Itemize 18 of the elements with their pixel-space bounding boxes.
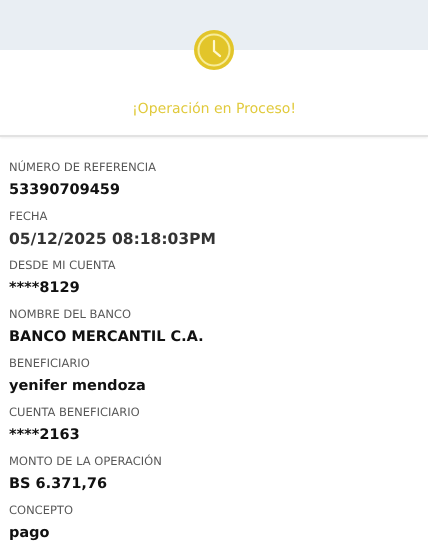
field-label: CONCEPTO (9, 502, 73, 519)
field-value: yenifer mendoza (9, 377, 146, 396)
field-label: BENEFICIARIO (9, 355, 90, 372)
field-value: ****2163 (9, 426, 80, 445)
field-label: CUENTA BENEFICIARIO (9, 404, 140, 421)
field-label: DESDE MI CUENTA (9, 257, 116, 274)
status-title: ¡Operación en Proceso! (132, 100, 296, 118)
field-label: FECHA (9, 208, 48, 225)
field-value: ****8129 (9, 279, 80, 298)
field-label: NÚMERO DE REFERENCIA (9, 159, 156, 176)
field-value: BANCO MERCANTIL C.A. (9, 328, 204, 347)
field-label: MONTO DE LA OPERACIÓN (9, 453, 162, 470)
field-label: NOMBRE DEL BANCO (9, 306, 132, 323)
field-value: pago (9, 524, 50, 543)
field-value: BS 6.371,76 (9, 475, 108, 494)
field-value: 05/12/2025 08:18:03PM (9, 229, 216, 250)
clock-icon (194, 30, 234, 70)
field-value: 53390709459 (9, 181, 120, 200)
